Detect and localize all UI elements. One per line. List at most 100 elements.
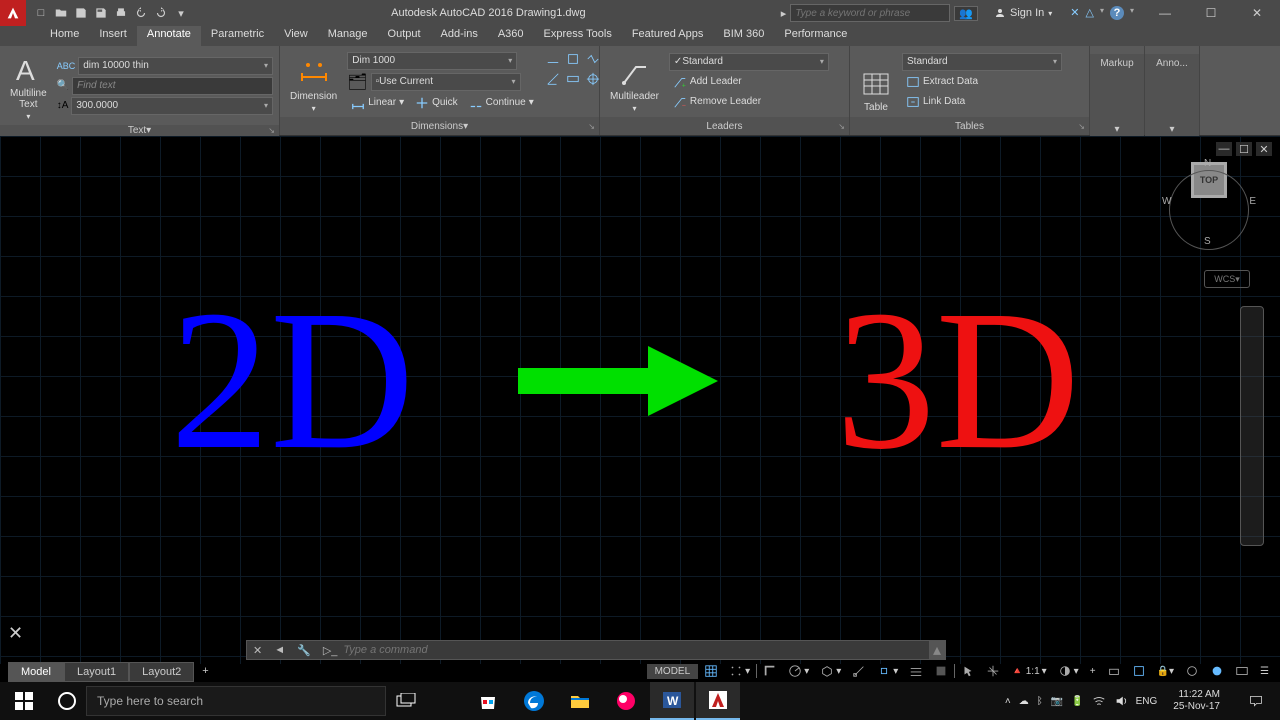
viewcube[interactable]: N TOP W E S (1164, 160, 1254, 200)
start-button[interactable] (0, 682, 48, 720)
add-layout-button[interactable]: + (194, 662, 216, 682)
tab-bim360[interactable]: BIM 360 (713, 26, 774, 46)
tray-onedrive-icon[interactable]: ☁ (1019, 696, 1029, 707)
taskbar-search-input[interactable]: Type here to search (86, 686, 386, 716)
tab-view[interactable]: View (274, 26, 318, 46)
viewcube-s[interactable]: S (1204, 236, 1211, 247)
redo-icon[interactable] (152, 4, 170, 22)
units-icon[interactable] (1102, 662, 1126, 680)
cmdline-close-icon[interactable]: ✕ (247, 644, 268, 657)
quickprops-icon[interactable] (1127, 662, 1151, 680)
taskbar-autocad-icon[interactable] (696, 682, 740, 720)
multileader-button[interactable]: Multileader ▾ (606, 50, 663, 113)
print-icon[interactable] (112, 4, 130, 22)
save-icon[interactable] (72, 4, 90, 22)
help-icon[interactable]: ? (1110, 6, 1124, 20)
cmdline-wrench-icon[interactable]: 🔧 (291, 644, 317, 657)
annomonitor-icon[interactable]: + (1085, 664, 1101, 679)
lineweight-icon[interactable] (904, 662, 928, 680)
tab-layout2[interactable]: Layout2 (129, 662, 194, 682)
linear-button[interactable]: Linear ▾ (347, 94, 408, 112)
saveas-icon[interactable] (92, 4, 110, 22)
tab-output[interactable]: Output (378, 26, 431, 46)
tray-bluetooth-icon[interactable]: ᛒ (1037, 696, 1043, 707)
tab-addins[interactable]: Add-ins (431, 26, 488, 46)
panel-tables-label[interactable]: Tables (955, 121, 984, 132)
use-current-dropdown[interactable]: ▫ Use Current (371, 73, 521, 91)
transparency-icon[interactable] (929, 662, 953, 680)
taskbar-explorer-icon[interactable] (558, 682, 602, 720)
lock-ui-icon[interactable]: 🔒▾ (1152, 664, 1179, 679)
taskbar-store-icon[interactable] (466, 682, 510, 720)
qat-dropdown-icon[interactable]: ▾ (172, 4, 190, 22)
tray-wifi-icon[interactable] (1092, 694, 1106, 708)
taskbar-word-icon[interactable]: W (650, 682, 694, 720)
help-search-input[interactable] (790, 4, 950, 22)
selection-icon[interactable] (956, 662, 980, 680)
grid-toggle-icon[interactable] (699, 662, 723, 680)
open-icon[interactable] (52, 4, 70, 22)
new-icon[interactable]: □ (32, 4, 50, 22)
command-input[interactable] (343, 644, 929, 656)
tab-express[interactable]: Express Tools (534, 26, 622, 46)
dim-tol-icon[interactable] (564, 70, 582, 88)
panel-dimensions-label[interactable]: Dimensions (411, 121, 463, 132)
leader-style-dropdown[interactable]: ✓ Standard (669, 53, 829, 71)
snap-toggle-icon[interactable]: ▾ (724, 662, 755, 680)
panel-anno-label[interactable]: Anno... (1156, 58, 1188, 119)
tab-a360[interactable]: A360 (488, 26, 534, 46)
cortana-icon[interactable] (48, 691, 86, 711)
dimension-button[interactable]: Dimension ▾ (286, 50, 341, 113)
dim-adjust-icon[interactable] (564, 50, 582, 68)
task-view-icon[interactable] (386, 693, 426, 709)
tab-annotate[interactable]: Annotate (137, 26, 201, 46)
dimstyle-dropdown[interactable]: Dim 1000 (347, 52, 517, 70)
tray-clock[interactable]: 11:22 AM 25-Nov-17 (1165, 689, 1228, 713)
add-leader-button[interactable]: +Add Leader (669, 73, 843, 91)
tab-parametric[interactable]: Parametric (201, 26, 274, 46)
table-button[interactable]: Table (856, 50, 896, 113)
infocenter-arrow-icon[interactable]: ▸ (781, 7, 787, 20)
cleanscreen-icon[interactable] (1230, 662, 1254, 680)
extract-data-button[interactable]: Extract Data (902, 73, 1083, 91)
polar-icon[interactable]: ▾ (783, 662, 814, 680)
link-data-button[interactable]: Link Data (902, 93, 1083, 111)
tab-home[interactable]: Home (40, 26, 89, 46)
tray-battery-icon[interactable]: 🔋 (1071, 696, 1083, 707)
tray-lang[interactable]: ENG (1136, 696, 1158, 707)
signin-button[interactable]: Sign In ▾ (984, 7, 1062, 19)
viewcube-w[interactable]: W (1162, 196, 1171, 207)
tab-layout1[interactable]: Layout1 (64, 662, 129, 682)
taskbar-app4-icon[interactable] (604, 682, 648, 720)
tab-performance[interactable]: Performance (774, 26, 857, 46)
doc-maximize-button[interactable]: ☐ (1236, 142, 1252, 156)
cmdline-history-icon[interactable]: ◄ (268, 644, 291, 656)
panel-text-label[interactable]: Text (128, 125, 146, 136)
panel-leaders-label[interactable]: Leaders (706, 121, 742, 132)
isodraft-icon[interactable]: ▾ (815, 662, 846, 680)
doc-close-button[interactable]: ✕ (1256, 142, 1272, 156)
continue-button[interactable]: Continue ▾ (465, 94, 538, 112)
taskbar-edge-icon[interactable] (512, 682, 556, 720)
doc-minimize-button[interactable]: — (1216, 142, 1232, 156)
close-button[interactable]: ✕ (1234, 0, 1280, 26)
tray-camera-icon[interactable]: 📷 (1051, 696, 1063, 707)
text-style-dropdown[interactable]: dim 10000 thin (78, 57, 273, 75)
minimize-button[interactable]: — (1142, 0, 1188, 26)
tray-volume-icon[interactable] (1114, 694, 1128, 708)
status-model-button[interactable]: MODEL (647, 664, 699, 679)
maximize-button[interactable]: ☐ (1188, 0, 1234, 26)
exchange-icon[interactable]: ✕ (1070, 6, 1079, 20)
find-text-input[interactable]: Find text (72, 77, 273, 95)
multiline-text-button[interactable]: A Multiline Text ▾ (6, 50, 51, 121)
remove-leader-button[interactable]: −Remove Leader (669, 93, 843, 111)
dim-angle-icon[interactable] (544, 70, 562, 88)
action-center-icon[interactable] (1236, 694, 1276, 708)
search-go-icon[interactable]: 👥 (954, 6, 978, 21)
a360-icon[interactable]: △ (1086, 6, 1094, 20)
osnap-icon[interactable] (847, 662, 871, 680)
annoscale-icon[interactable]: 🔺 1:1 ▾ (1006, 664, 1051, 679)
hwacc-icon[interactable] (1205, 662, 1229, 680)
isolate-icon[interactable] (1180, 662, 1204, 680)
wcs-indicator[interactable]: WCS ▾ (1204, 270, 1250, 288)
